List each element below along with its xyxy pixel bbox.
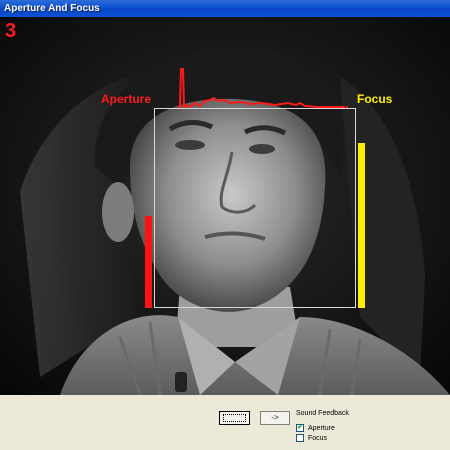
title-bar[interactable]: Aperture And Focus: [0, 0, 450, 17]
aperture-sound-option[interactable]: ✔ Aperture: [296, 423, 335, 433]
aperture-focus-window: Aperture And Focus 3 Aperture Focus -> S…: [0, 0, 450, 450]
focus-sound-option[interactable]: Focus: [296, 433, 327, 443]
sound-feedback-label: Sound Feedback: [296, 410, 349, 417]
focus-level-fill: [358, 143, 365, 308]
focus-level-bar: [358, 143, 365, 308]
focus-ring: [223, 414, 246, 422]
aperture-sound-checkbox[interactable]: ✔: [296, 424, 304, 432]
next-button-label: ->: [271, 413, 279, 422]
control-panel: -> Sound Feedback ✔ Aperture Focus: [0, 395, 450, 450]
next-button[interactable]: ->: [260, 411, 290, 425]
camera-view: 3 Aperture Focus: [0, 17, 450, 395]
aperture-label: Aperture: [101, 92, 152, 106]
focus-sound-checkbox[interactable]: [296, 434, 304, 442]
aperture-sound-option-label: Aperture: [308, 424, 335, 432]
focus-label: Focus: [357, 92, 393, 106]
focus-sound-option-label: Focus: [308, 434, 328, 442]
focus-region-box: [154, 108, 356, 308]
frame-number: 3: [5, 20, 17, 42]
window-title: Aperture And Focus: [4, 3, 100, 14]
capture-button[interactable]: [219, 411, 250, 425]
aperture-level-fill: [145, 216, 152, 308]
aperture-level-bar: [145, 182, 152, 308]
